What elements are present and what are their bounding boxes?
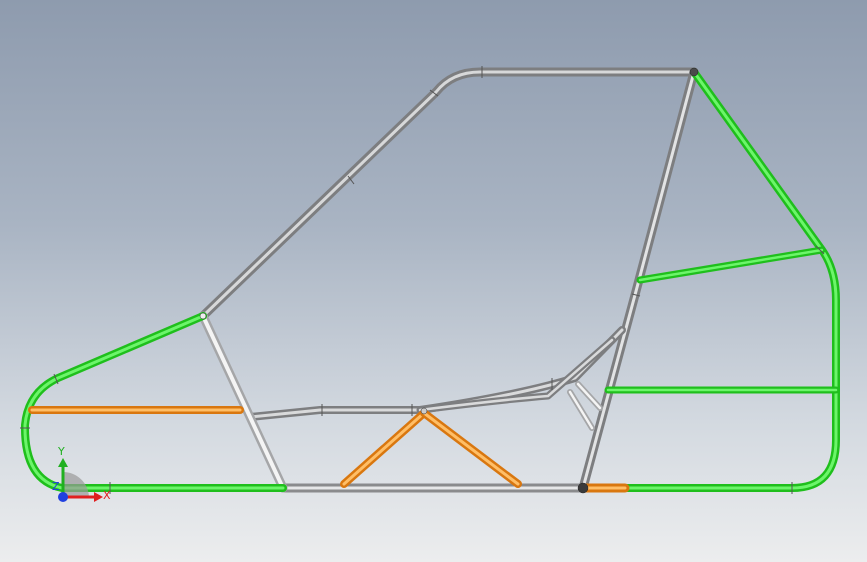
cad-viewport[interactable]: Y X Z [0,0,867,562]
orange-tube-group[interactable] [28,406,630,493]
joint-front-hoop-top [199,312,207,320]
green-tube-group[interactable] [20,68,840,492]
triad-z-label: Z [52,480,60,493]
roll-cage-frame-model[interactable]: Y X Z [0,0,867,562]
gray-tube-side-impact[interactable] [246,326,626,421]
joint-bottom-rear [577,482,589,494]
coordinate-triad[interactable]: Y X Z [52,445,111,502]
joint-group [20,66,825,494]
triad-z-axis [58,492,68,502]
joint-floor-center [420,407,428,415]
triad-x-label: X [103,489,111,502]
green-tube-rear-outer[interactable] [579,68,840,492]
gray-tube-group[interactable] [198,67,699,493]
white-tube-group[interactable] [198,311,603,493]
triad-base-wedge [63,472,89,497]
joint-top-rear [689,67,699,77]
triad-y-label: Y [57,445,65,458]
gray-tube-roof[interactable] [198,67,699,321]
